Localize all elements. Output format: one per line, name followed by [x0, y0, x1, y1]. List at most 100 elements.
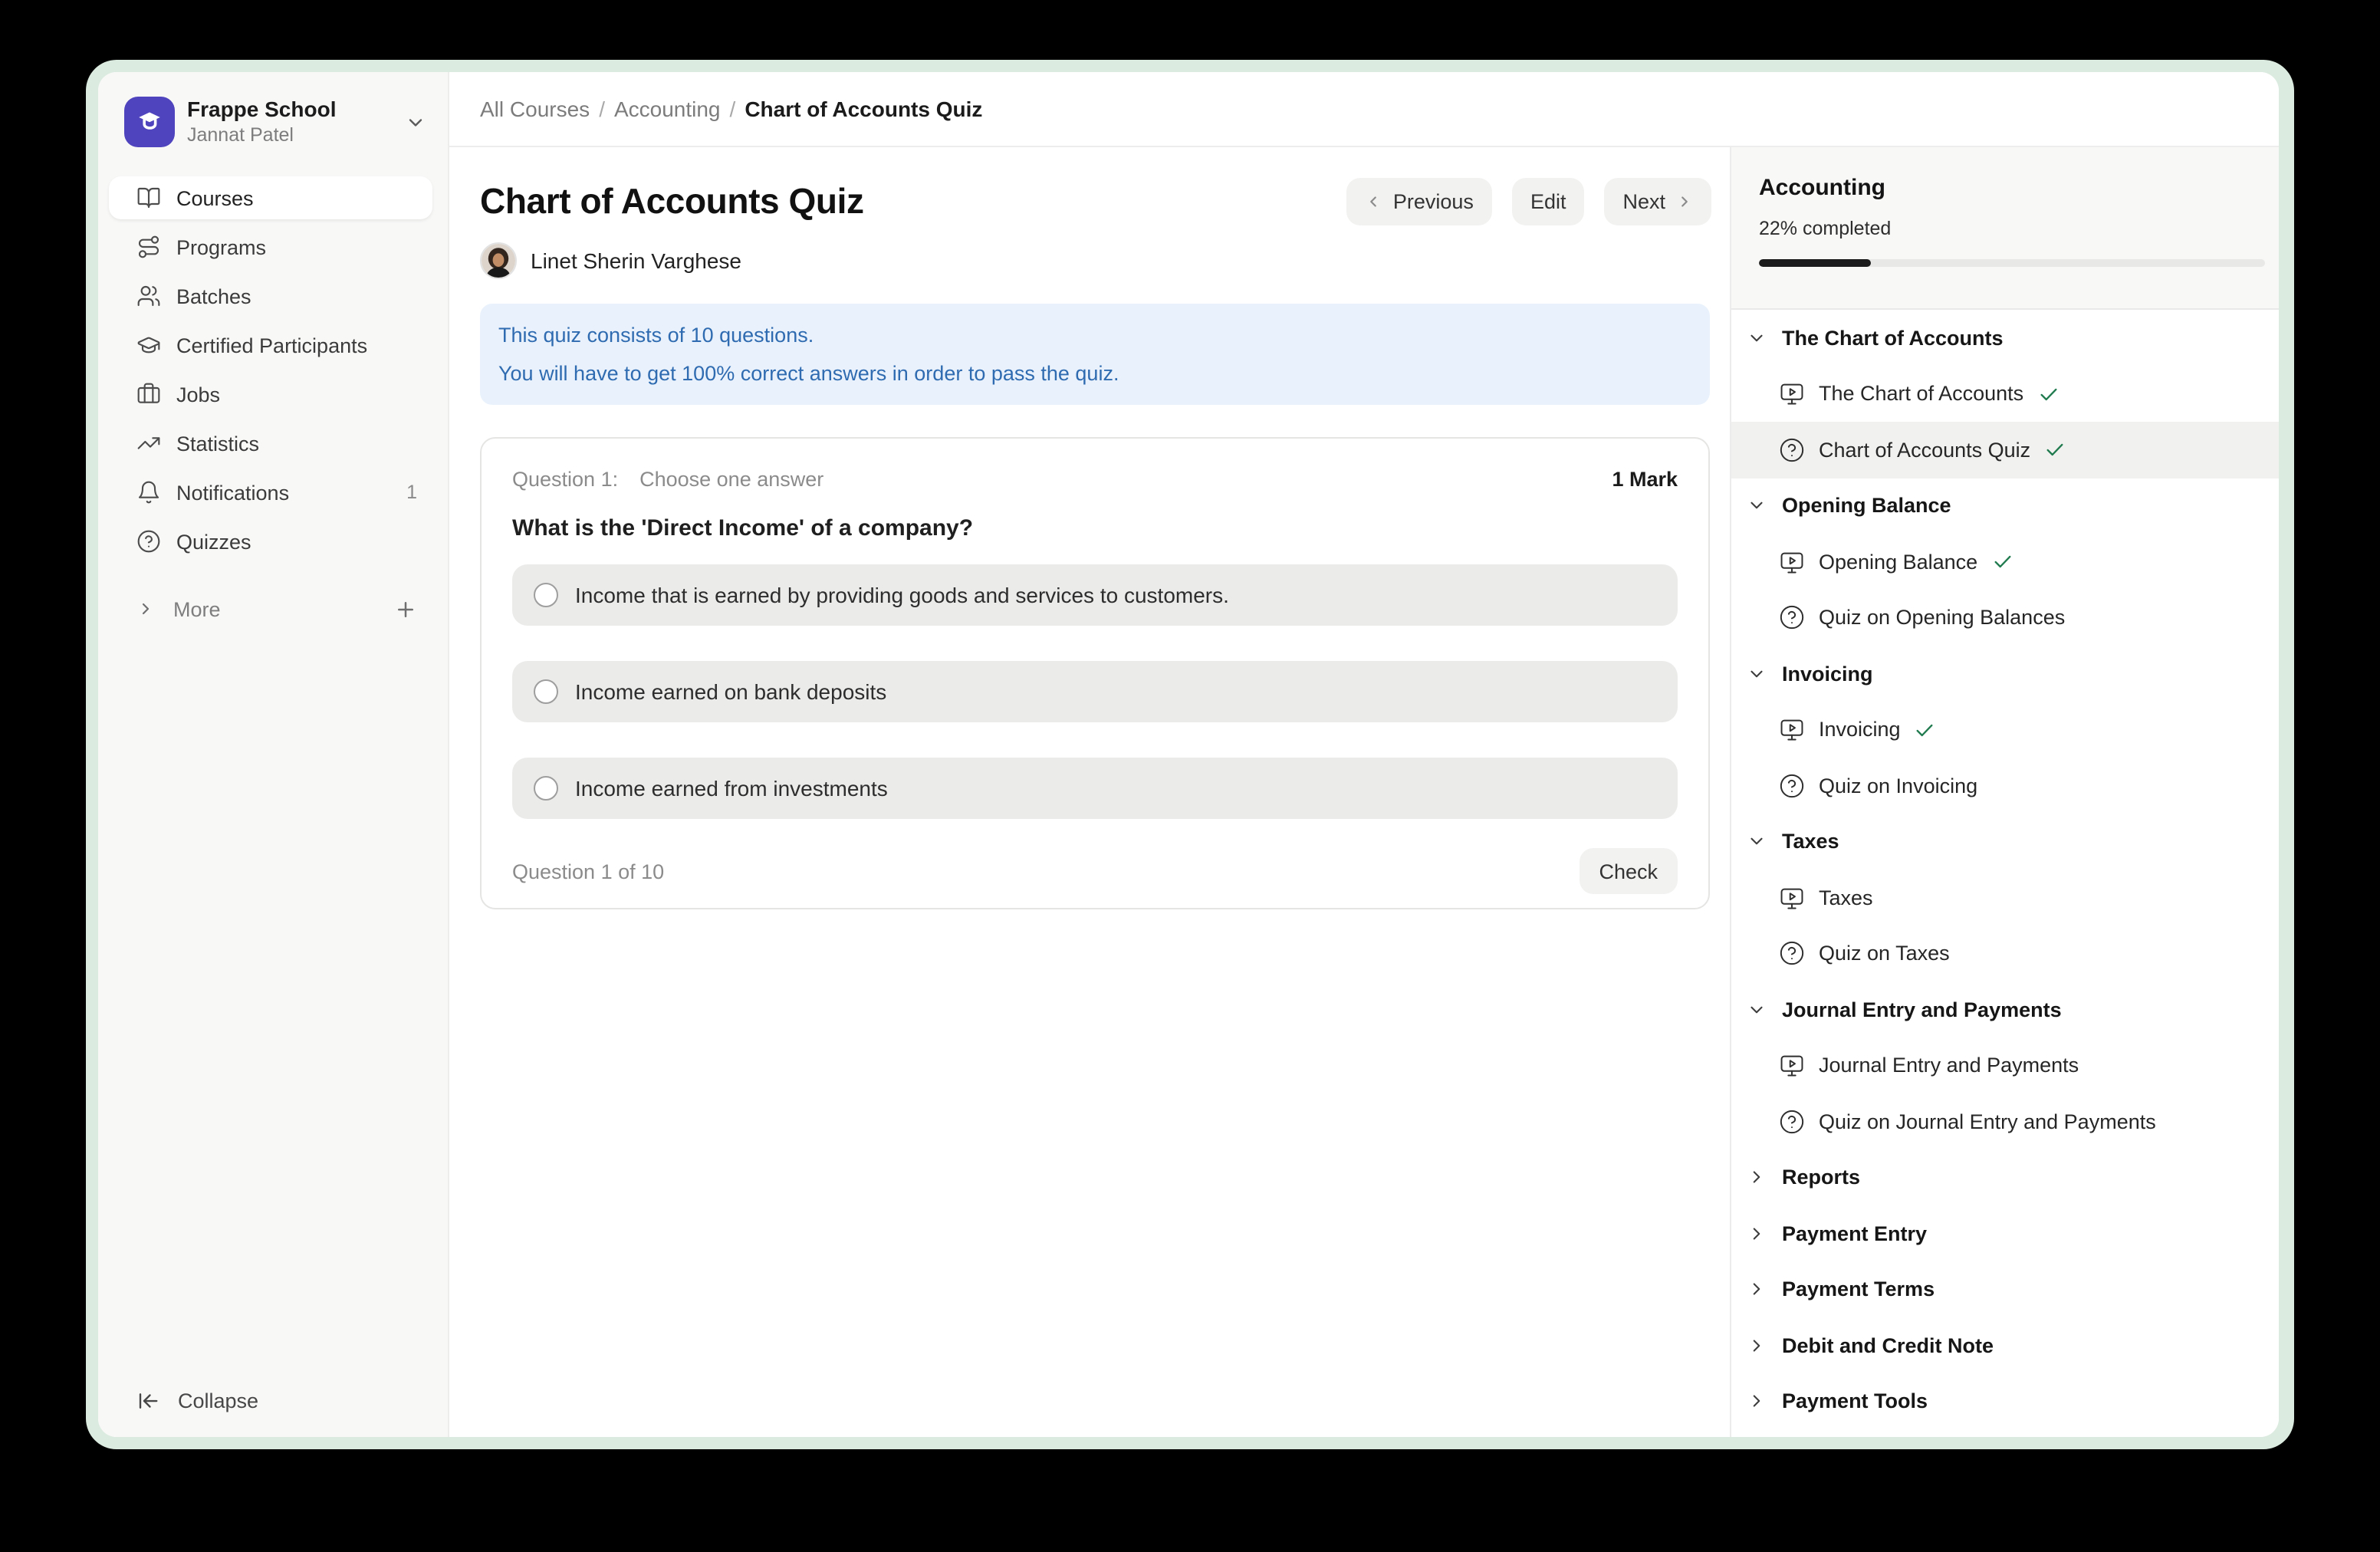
completed-check-icon — [2044, 439, 2066, 461]
next-button[interactable]: Next — [1604, 178, 1711, 225]
sidebar-item-label: Certified Participants — [176, 334, 417, 357]
previous-button[interactable]: Previous — [1347, 178, 1492, 225]
chevron-right-icon — [1676, 193, 1693, 210]
workspace-title: Frappe School — [187, 97, 405, 123]
sidebar-item-programs[interactable]: Programs — [109, 225, 432, 268]
radio-button[interactable] — [534, 583, 558, 607]
sidebar-item-more[interactable]: More — [98, 587, 448, 630]
quiz-card: Question 1: Choose one answer 1 Mark Wha… — [480, 437, 1710, 909]
sidebar-item-quizzes[interactable]: Quizzes — [109, 520, 432, 563]
sidebar-item-label: Courses — [176, 186, 417, 209]
sidebar-item-statistics[interactable]: Statistics — [109, 422, 432, 465]
outline-section-label: Taxes — [1782, 830, 1839, 853]
radio-button[interactable] — [534, 679, 558, 704]
workspace-switcher[interactable]: Frappe School Jannat Patel — [98, 72, 448, 147]
outline-section-label: Invoicing — [1782, 663, 1873, 686]
answer-options: Income that is earned by providing goods… — [512, 564, 1678, 819]
breadcrumb-separator: / — [730, 97, 736, 121]
plus-icon[interactable] — [394, 597, 417, 620]
sidebar-item-certified-participants[interactable]: Certified Participants — [109, 324, 432, 367]
outline-section-taxes[interactable]: Taxes — [1731, 814, 2279, 870]
outline-item-taxes[interactable]: Taxes — [1731, 870, 2279, 926]
chevron-down-icon — [1747, 664, 1768, 684]
outline-item-journal-entry-and-payments[interactable]: Journal Entry and Payments — [1731, 1037, 2279, 1093]
outline-section-reports[interactable]: Reports — [1731, 1149, 2279, 1205]
check-button[interactable]: Check — [1579, 848, 1678, 894]
course-outline-list: The Chart of Accounts The Chart of Accoun… — [1731, 310, 2279, 1437]
sidebar-item-courses[interactable]: Courses — [109, 176, 432, 219]
sidebar-item-label: Programs — [176, 235, 417, 258]
help-circle-icon — [1779, 437, 1805, 463]
outline-item-quiz-on-invoicing[interactable]: Quiz on Invoicing — [1731, 758, 2279, 814]
question-instruction: Choose one answer — [639, 467, 1612, 490]
outline-section-journal-entry-and-payments[interactable]: Journal Entry and Payments — [1731, 982, 2279, 1037]
outline-item-quiz-on-journal-entry-and-payments[interactable]: Quiz on Journal Entry and Payments — [1731, 1093, 2279, 1149]
outline-item-quiz-on-opening-balances[interactable]: Quiz on Opening Balances — [1731, 590, 2279, 646]
book-open-icon — [136, 186, 161, 210]
sidebar-item-label: Quizzes — [176, 530, 417, 553]
more-label: More — [173, 597, 394, 620]
trending-up-icon — [136, 431, 161, 455]
route-icon — [136, 235, 161, 259]
outline-section-invoicing[interactable]: Invoicing — [1731, 646, 2279, 702]
outline-section-label: Payment Tools — [1782, 1390, 1928, 1413]
chevron-right-icon — [1747, 1224, 1768, 1244]
chevron-down-icon[interactable] — [405, 111, 426, 133]
course-outline-panel: Accounting 22% completed The Chart of Ac… — [1730, 147, 2279, 1437]
chevron-right-icon — [136, 600, 155, 618]
outline-section-payment-tools[interactable]: Payment Tools — [1731, 1373, 2279, 1429]
help-circle-icon — [1779, 941, 1805, 967]
outline-item-the-chart-of-accounts[interactable]: The Chart of Accounts — [1731, 366, 2279, 422]
course-completed-label: 22% completed — [1759, 216, 2263, 241]
course-progress-fill — [1759, 259, 1870, 266]
collapse-sidebar-button[interactable]: Collapse — [98, 1379, 258, 1422]
edit-button[interactable]: Edit — [1512, 178, 1585, 225]
question-progress: Question 1 of 10 — [512, 860, 1579, 883]
breadcrumb-separator: / — [599, 97, 605, 121]
outline-item-label: Chart of Accounts Quiz — [1819, 439, 2030, 462]
breadcrumb-all-courses[interactable]: All Courses — [480, 97, 590, 121]
breadcrumb: All Courses/Accounting/Chart of Accounts… — [480, 97, 982, 121]
chevron-down-icon — [1747, 832, 1768, 852]
answer-option[interactable]: Income that is earned by providing goods… — [512, 564, 1678, 626]
completed-check-icon — [1991, 551, 2013, 573]
outline-item-chart-of-accounts-quiz[interactable]: Chart of Accounts Quiz — [1731, 422, 2279, 478]
radio-button[interactable] — [534, 776, 558, 801]
outline-section-payment-terms[interactable]: Payment Terms — [1731, 1261, 2279, 1317]
sidebar-item-jobs[interactable]: Jobs — [109, 373, 432, 416]
avatar — [480, 242, 517, 279]
outline-section-label: Reports — [1782, 1166, 1860, 1189]
help-circle-icon — [1779, 773, 1805, 799]
sidebar-item-batches[interactable]: Batches — [109, 275, 432, 317]
outline-section-opening-balance[interactable]: Opening Balance — [1731, 478, 2279, 534]
frappe-school-logo — [124, 97, 175, 147]
monitor-play-icon — [1779, 717, 1805, 743]
collapse-label: Collapse — [178, 1389, 258, 1412]
notice-line: You will have to get 100% correct answer… — [498, 354, 1691, 393]
sidebar-item-label: Batches — [176, 284, 417, 307]
left-sidebar: Frappe School Jannat Patel Courses Progra… — [98, 72, 449, 1437]
breadcrumb-accounting[interactable]: Accounting — [614, 97, 721, 121]
monitor-play-icon — [1779, 1053, 1805, 1079]
graduation-cap-icon — [136, 333, 161, 357]
question-marks: 1 Mark — [1612, 467, 1678, 490]
answer-option[interactable]: Income earned from investments — [512, 758, 1678, 819]
chevron-down-icon — [1747, 1000, 1768, 1020]
outline-section-payment-entry[interactable]: Payment Entry — [1731, 1205, 2279, 1261]
outline-item-label: Quiz on Invoicing — [1819, 774, 1977, 797]
outline-section-debit-and-credit-note[interactable]: Debit and Credit Note — [1731, 1317, 2279, 1373]
course-panel-header: Accounting 22% completed — [1731, 147, 2279, 310]
outline-section-the-chart-of-accounts[interactable]: The Chart of Accounts — [1731, 310, 2279, 366]
answer-option-label: Income that is earned by providing goods… — [575, 583, 1229, 607]
help-circle-icon — [1779, 1109, 1805, 1135]
outline-item-opening-balance[interactable]: Opening Balance — [1731, 534, 2279, 590]
sidebar-item-notifications[interactable]: Notifications1 — [109, 471, 432, 514]
outline-item-invoicing[interactable]: Invoicing — [1731, 702, 2279, 758]
chevron-right-icon — [1747, 1168, 1768, 1188]
outline-item-label: The Chart of Accounts — [1819, 383, 2023, 406]
answer-option[interactable]: Income earned on bank deposits — [512, 661, 1678, 722]
outline-item-quiz-on-taxes[interactable]: Quiz on Taxes — [1731, 926, 2279, 982]
question-text: What is the 'Direct Income' of a company… — [512, 515, 1678, 549]
notice-line: This quiz consists of 10 questions. — [498, 316, 1691, 354]
outline-item-label: Taxes — [1819, 886, 1873, 909]
